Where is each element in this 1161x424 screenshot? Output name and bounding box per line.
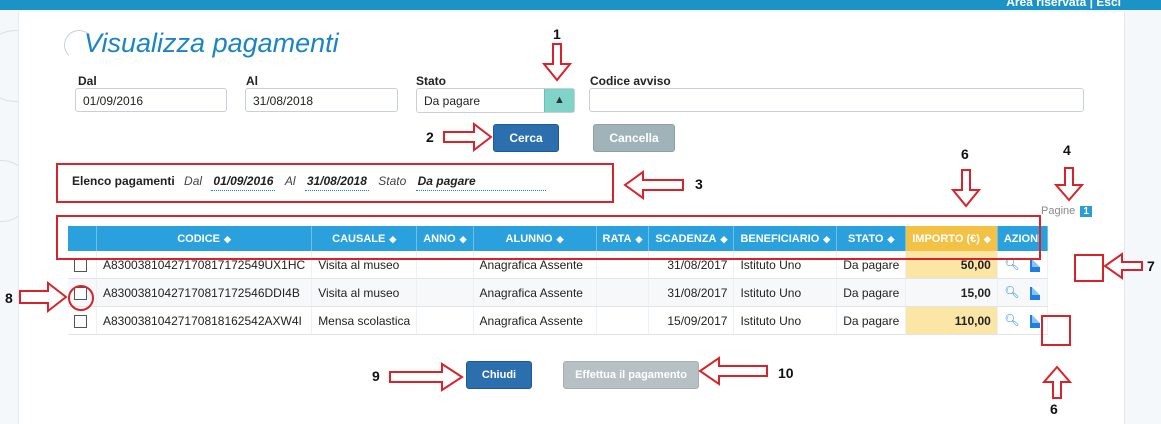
- cell-beneficiario: Istituto Uno: [733, 306, 838, 335]
- cell-beneficiario: Istituto Uno: [733, 278, 838, 307]
- cell-anno: [416, 306, 474, 335]
- annotation-number-7: 7: [1147, 258, 1155, 274]
- cell-scadenza: 31/08/2017: [648, 278, 735, 307]
- annotation-circle-checkbox: [68, 285, 94, 311]
- codice-avviso-input[interactable]: [589, 88, 1084, 112]
- cell-alunno: Anagrafica Assente: [473, 278, 597, 307]
- cell-stato: Da pagare: [836, 278, 907, 307]
- select-arrows-icon[interactable]: ▲: [544, 89, 574, 112]
- annotation-number-9: 9: [372, 368, 380, 384]
- annotation-number-8: 8: [5, 290, 13, 306]
- cell-causale: Mensa scolastica: [311, 306, 418, 335]
- top-bar: Area riservata | Esci: [0, 0, 1161, 10]
- page-1-link[interactable]: 1: [1080, 206, 1092, 217]
- cell-importo: 110,00: [905, 306, 998, 335]
- cell-importo: 15,00: [905, 278, 998, 307]
- cell-anno: [416, 278, 474, 307]
- cell-causale: Visita al museo: [311, 278, 418, 307]
- stato-label: Stato: [416, 74, 446, 88]
- annotation-box-document: [1074, 254, 1104, 282]
- document-icon[interactable]: [1029, 258, 1040, 272]
- stato-select-value: Da pagare: [424, 94, 481, 108]
- pagination-label: Pagine: [1041, 205, 1076, 217]
- table-row: A83003810427170817172546DDI4B Visita al …: [68, 278, 1049, 307]
- annotation-number-10: 10: [778, 365, 794, 381]
- row-checkbox[interactable]: [74, 258, 87, 272]
- cell-azioni: 🔍︎: [997, 278, 1049, 307]
- cancella-button[interactable]: Cancella: [593, 124, 675, 152]
- cell-alunno: Anagrafica Assente: [473, 306, 597, 335]
- pagination: Pagine 1: [1041, 205, 1092, 217]
- annotation-number-1: 1: [553, 26, 561, 42]
- annotation-number-6a: 6: [961, 146, 969, 162]
- search-icon[interactable]: 🔍︎: [1004, 285, 1020, 299]
- al-input[interactable]: 31/08/2018: [245, 88, 398, 112]
- annotation-box-summary: [56, 163, 614, 203]
- page-title: Visualizza pagamenti: [84, 28, 339, 58]
- cerca-button[interactable]: Cerca: [493, 124, 559, 152]
- annotation-number-3: 3: [695, 176, 703, 192]
- annotation-box-headers: [56, 215, 1041, 260]
- document-icon[interactable]: [1029, 286, 1040, 300]
- table-row: A83003810427170818162542AXW4I Mensa scol…: [68, 306, 1049, 335]
- codice-avviso-label: Codice avviso: [590, 74, 671, 88]
- chiudi-button[interactable]: Chiudi: [466, 361, 532, 389]
- annotation-box-search: [1041, 315, 1071, 346]
- document-icon[interactable]: [1029, 314, 1040, 328]
- annotation-number-2: 2: [426, 129, 434, 145]
- cell-stato: Da pagare: [836, 306, 907, 335]
- dal-input[interactable]: 01/09/2016: [75, 88, 227, 112]
- cell-rata: [596, 278, 650, 307]
- stato-select[interactable]: Da pagare ▲: [416, 88, 575, 113]
- al-label: Al: [246, 74, 258, 88]
- cell-codice: A83003810427170818162542AXW4I: [96, 306, 313, 335]
- annotation-number-6b: 6: [1050, 401, 1058, 417]
- row-checkbox[interactable]: [74, 314, 87, 328]
- cell-scadenza: 15/09/2017: [648, 306, 735, 335]
- effettua-pagamento-button[interactable]: Effettua il pagamento: [563, 361, 699, 389]
- top-bar-user-area[interactable]: Area riservata | Esci: [1006, 0, 1121, 9]
- search-icon[interactable]: 🔍︎: [1004, 313, 1020, 327]
- cell-rata: [596, 306, 650, 335]
- annotation-number-4: 4: [1063, 142, 1071, 158]
- cell-codice: A83003810427170817172546DDI4B: [96, 278, 313, 307]
- dal-label: Dal: [78, 74, 97, 88]
